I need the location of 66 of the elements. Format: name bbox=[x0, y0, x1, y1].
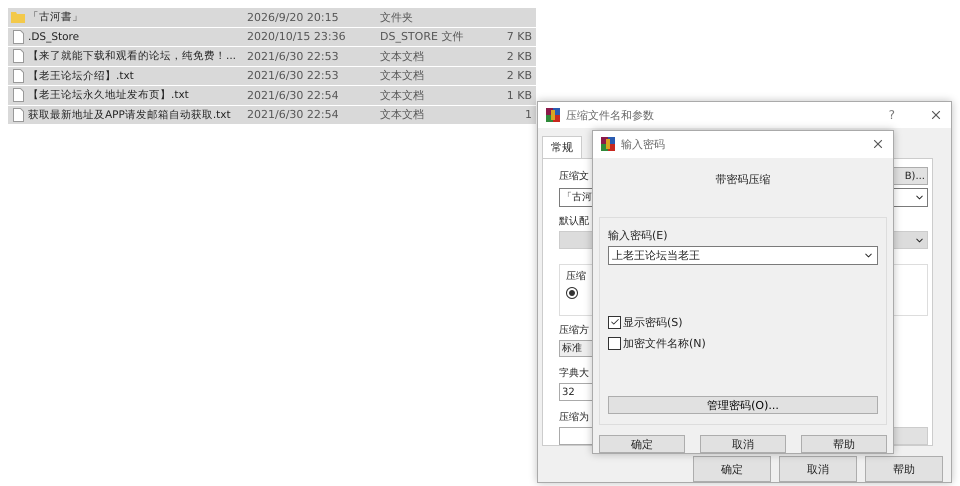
password-field[interactable]: 上老王论坛当老王 bbox=[608, 246, 878, 265]
app-icon bbox=[546, 108, 560, 122]
field-label: 输入密码(E) bbox=[608, 228, 669, 243]
file-size: 2 KB bbox=[506, 50, 533, 63]
folder-icon bbox=[11, 11, 25, 24]
dialog-title: 输入密码 bbox=[621, 136, 666, 152]
file-date: 2021/6/30 22:54 bbox=[247, 108, 340, 122]
file-date: 2021/6/30 22:53 bbox=[247, 69, 340, 82]
dictionary-field[interactable]: 32 bbox=[559, 383, 593, 401]
split-field[interactable] bbox=[559, 427, 593, 445]
field-label: 默认配 bbox=[559, 214, 590, 228]
file-date: 2026/9/20 20:15 bbox=[247, 10, 340, 24]
document-icon bbox=[12, 49, 24, 64]
tab[interactable]: 常规 bbox=[542, 136, 582, 158]
checkbox-label: 加密文件名称(N) bbox=[623, 336, 706, 351]
file-date: 2020/10/15 23:36 bbox=[247, 30, 347, 44]
field-label: 压缩文 bbox=[559, 170, 589, 183]
file-row[interactable]: 【老王论坛永久地址发布页】.txt 2021/6/30 22:54 文本文档 1 KB bbox=[8, 86, 536, 104]
dialog-button[interactable]: 帮助 bbox=[865, 456, 943, 482]
dialog-heading: 带密码压缩 bbox=[714, 172, 772, 188]
file-type: 文本文档 bbox=[380, 107, 425, 122]
document-icon bbox=[12, 30, 24, 44]
dialog-title: 压缩文件名和参数 bbox=[566, 108, 655, 122]
document-icon bbox=[12, 88, 24, 102]
file-row[interactable]: .DS_Store 2020/10/15 23:36 DS_STORE 文件 7 KB bbox=[8, 28, 536, 46]
dialog-button[interactable]: 确定 bbox=[693, 456, 771, 482]
radio-button[interactable] bbox=[566, 287, 578, 300]
checkbox-label: 显示密码(S) bbox=[623, 314, 683, 330]
dialog-button[interactable]: 确定 bbox=[599, 435, 685, 453]
file-type: DS_STORE 文件 bbox=[380, 29, 464, 44]
dialog-button[interactable]: 取消 bbox=[700, 435, 786, 453]
file-name: 「古河書」 bbox=[28, 10, 84, 24]
file-row[interactable]: 「古河書」 2026/9/20 20:15 文件夹 bbox=[8, 8, 536, 26]
field-label: 压缩为 bbox=[559, 410, 590, 424]
close-icon[interactable] bbox=[929, 108, 943, 122]
file-type: 文本文档 bbox=[380, 88, 425, 103]
file-name: 【老王论坛永久地址发布页】.txt bbox=[28, 88, 190, 102]
checkbox[interactable] bbox=[608, 336, 621, 350]
file-name: .DS_Store bbox=[28, 30, 80, 43]
checkbox[interactable] bbox=[608, 316, 621, 329]
file-type: 文本文档 bbox=[380, 48, 425, 64]
file-size: 2 KB bbox=[506, 69, 533, 82]
document-icon bbox=[12, 108, 24, 122]
file-date: 2021/6/30 22:53 bbox=[247, 50, 340, 63]
check-icon bbox=[610, 317, 620, 328]
group-label: 压缩 bbox=[566, 270, 587, 284]
dialog-button[interactable]: 取消 bbox=[779, 456, 857, 482]
method-dropdown[interactable]: 标准 bbox=[559, 340, 593, 358]
file-size: 1 bbox=[524, 108, 533, 122]
manage-passwords-button[interactable]: 管理密码(O)... bbox=[608, 396, 878, 414]
field-label: 字典大 bbox=[559, 366, 590, 380]
file-row[interactable]: 【老王论坛介绍】.txt 2021/6/30 22:53 文本文档 2 KB bbox=[8, 66, 536, 85]
file-name: 【来了就能下载和观看的论坛，纯免费！... bbox=[28, 49, 238, 64]
app-icon bbox=[601, 137, 615, 152]
file-size: 7 KB bbox=[506, 30, 533, 44]
file-name: 获取最新地址及APP请发邮箱自动获取.txt bbox=[28, 108, 232, 122]
file-row[interactable]: 【来了就能下载和观看的论坛，纯免费！... 2021/6/30 22:53 文本文档 2 KB bbox=[8, 47, 536, 66]
dialog-button[interactable]: 帮助 bbox=[801, 435, 887, 453]
document-icon bbox=[12, 68, 24, 83]
file-size: 1 KB bbox=[506, 88, 533, 102]
file-date: 2021/6/30 22:54 bbox=[247, 88, 340, 102]
help-button[interactable]: ? bbox=[888, 108, 895, 122]
file-name: 【老王论坛介绍】.txt bbox=[28, 68, 135, 83]
file-type: 文本文档 bbox=[380, 68, 425, 84]
file-row[interactable]: 获取最新地址及APP请发邮箱自动获取.txt 2021/6/30 22:54 文本文档 1 bbox=[8, 106, 536, 124]
file-type: 文件夹 bbox=[380, 10, 414, 25]
